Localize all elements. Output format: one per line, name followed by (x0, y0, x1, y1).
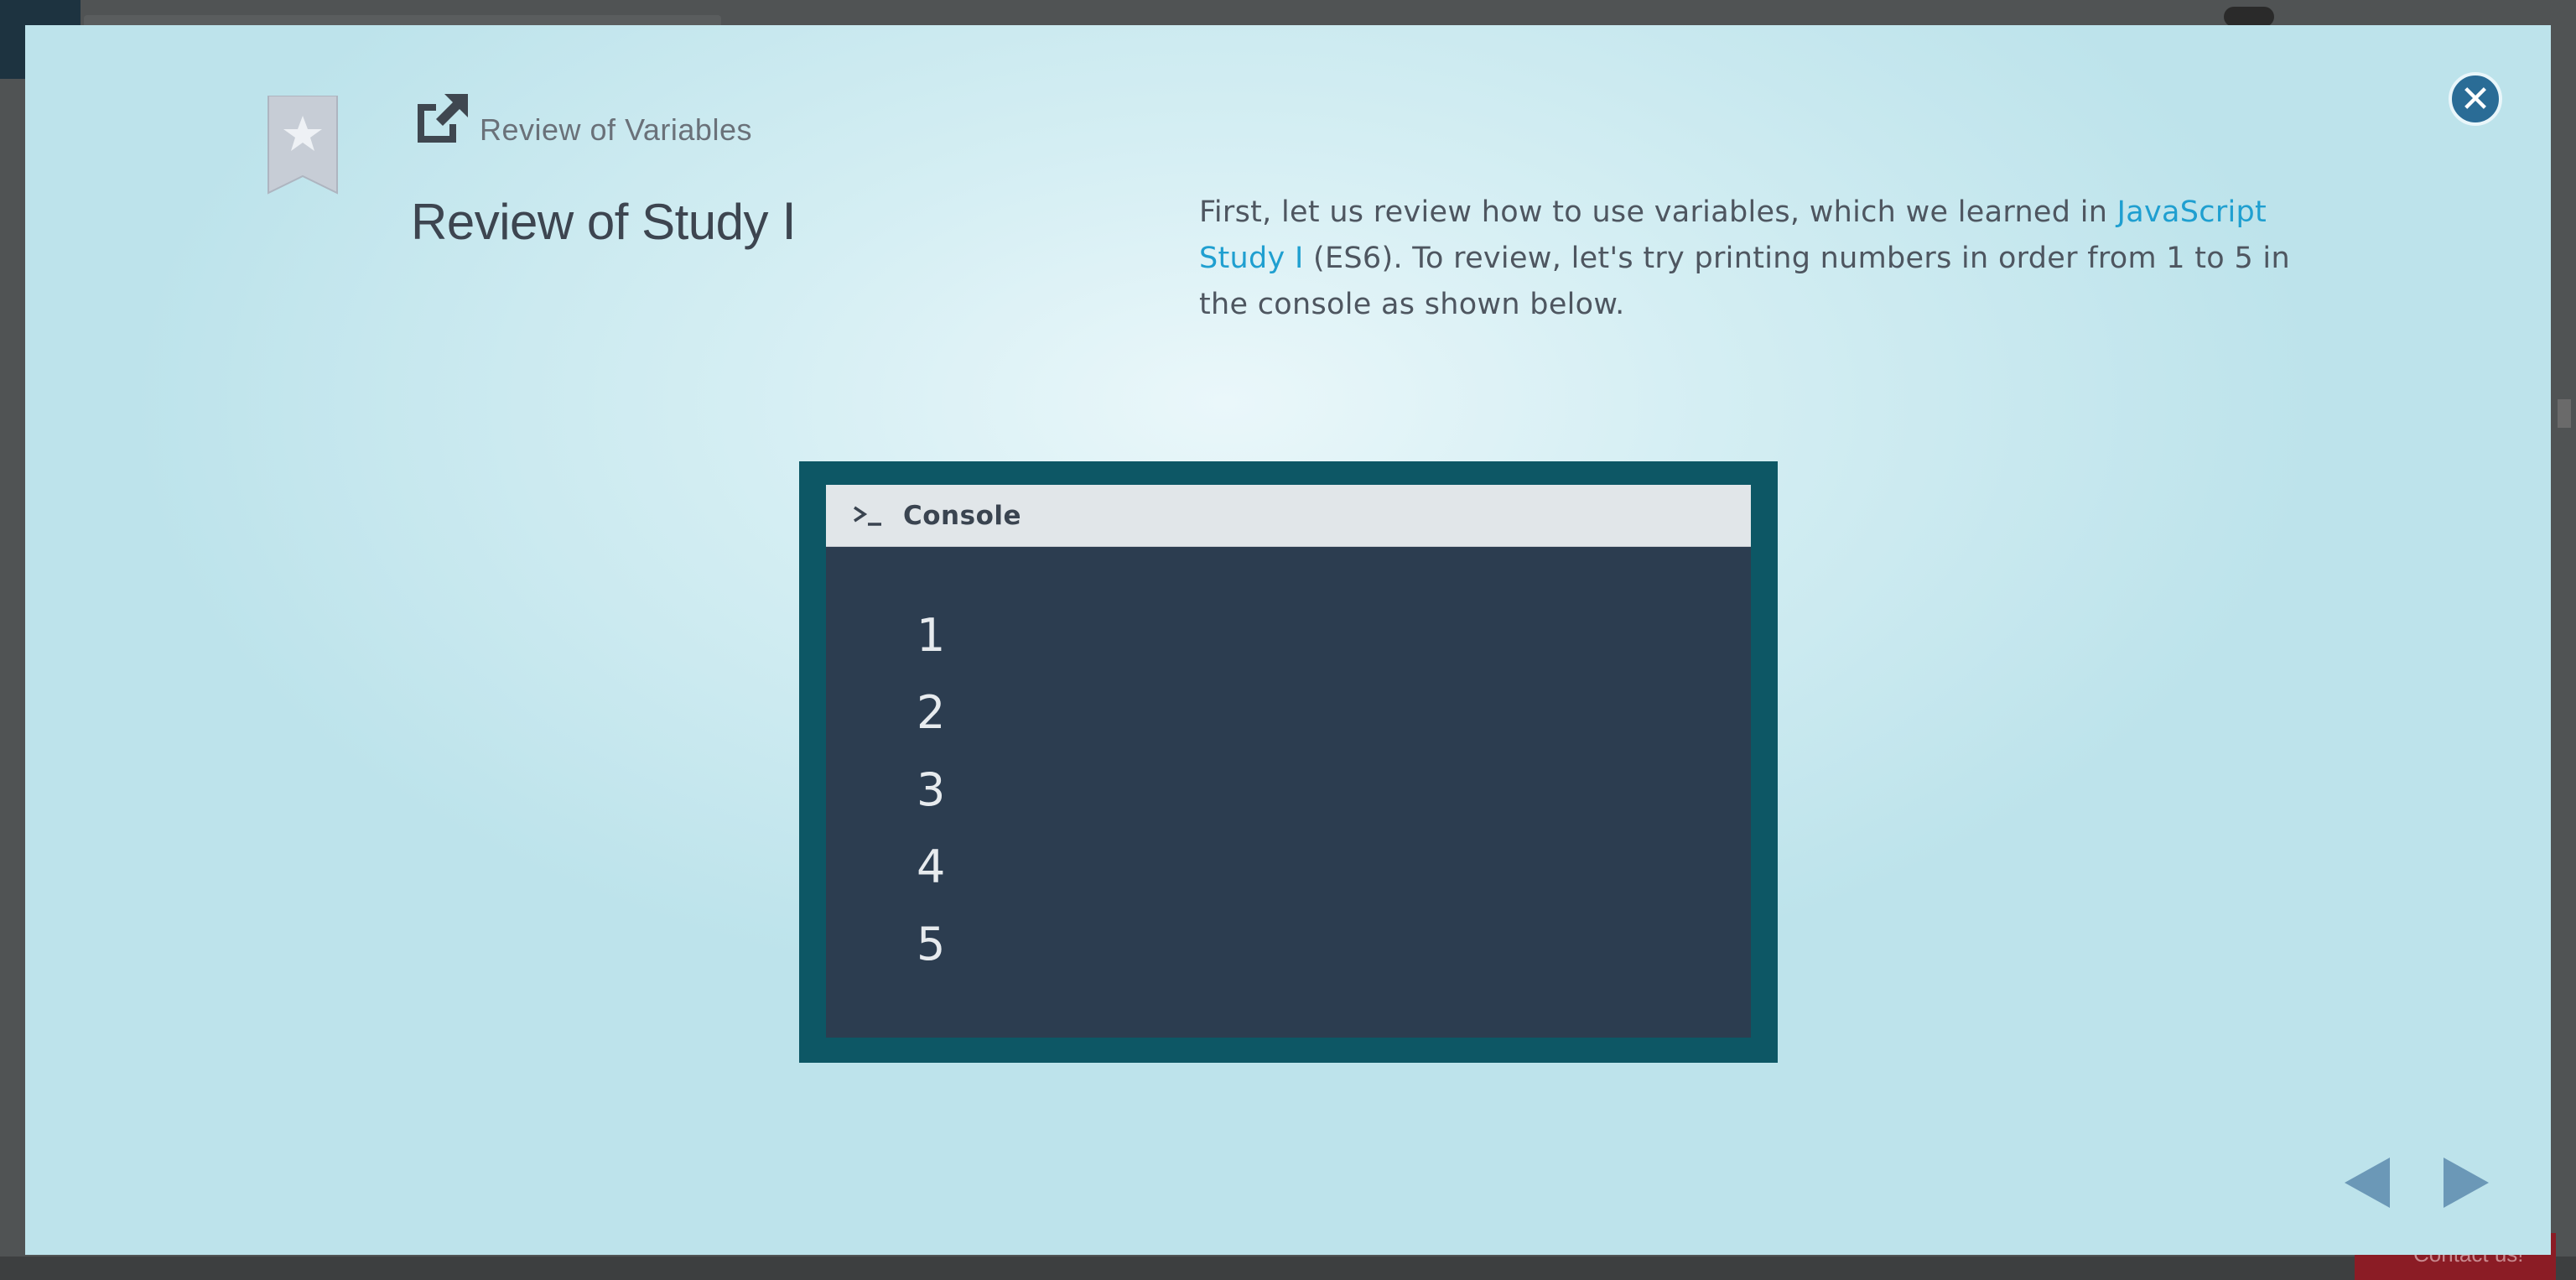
subtitle-row: Review of Variables (411, 89, 752, 148)
console-output: 1 2 3 4 5 (826, 547, 1751, 983)
console-title: Console (903, 500, 1022, 531)
page-title: Review of Study Ⅰ (411, 194, 797, 250)
lesson-modal: ✕ Review of Variables Review of Study Ⅰ … (25, 25, 2551, 1255)
close-button[interactable]: ✕ (2449, 72, 2502, 126)
console-line: 3 (917, 763, 946, 816)
description-text-continued: (ES6). To review, let's try printing num… (1199, 242, 2290, 321)
avatar (2224, 7, 2274, 27)
bookmark-icon[interactable] (267, 96, 339, 195)
scrollbar-thumb[interactable] (2558, 399, 2571, 428)
background-footer (0, 1257, 2576, 1280)
previous-arrow-icon[interactable] (2333, 1151, 2400, 1215)
console-panel: Console 1 2 3 4 5 (826, 485, 1751, 1038)
console-line: 2 (917, 686, 946, 739)
terminal-prompt-icon (854, 506, 881, 526)
console-line: 1 (917, 609, 946, 662)
console-line: 5 (917, 918, 946, 970)
description-text: First, let us review how to use variable… (1199, 195, 2117, 229)
next-arrow-icon[interactable] (2433, 1151, 2501, 1215)
external-link-icon[interactable] (411, 89, 473, 148)
console-frame: Console 1 2 3 4 5 (799, 461, 1778, 1063)
lesson-description: First, let us review how to use variable… (1199, 190, 2306, 328)
console-header: Console (826, 485, 1751, 547)
console-line: 4 (917, 840, 946, 893)
lesson-subtitle: Review of Variables (480, 112, 752, 147)
close-icon: ✕ (2459, 77, 2491, 121)
